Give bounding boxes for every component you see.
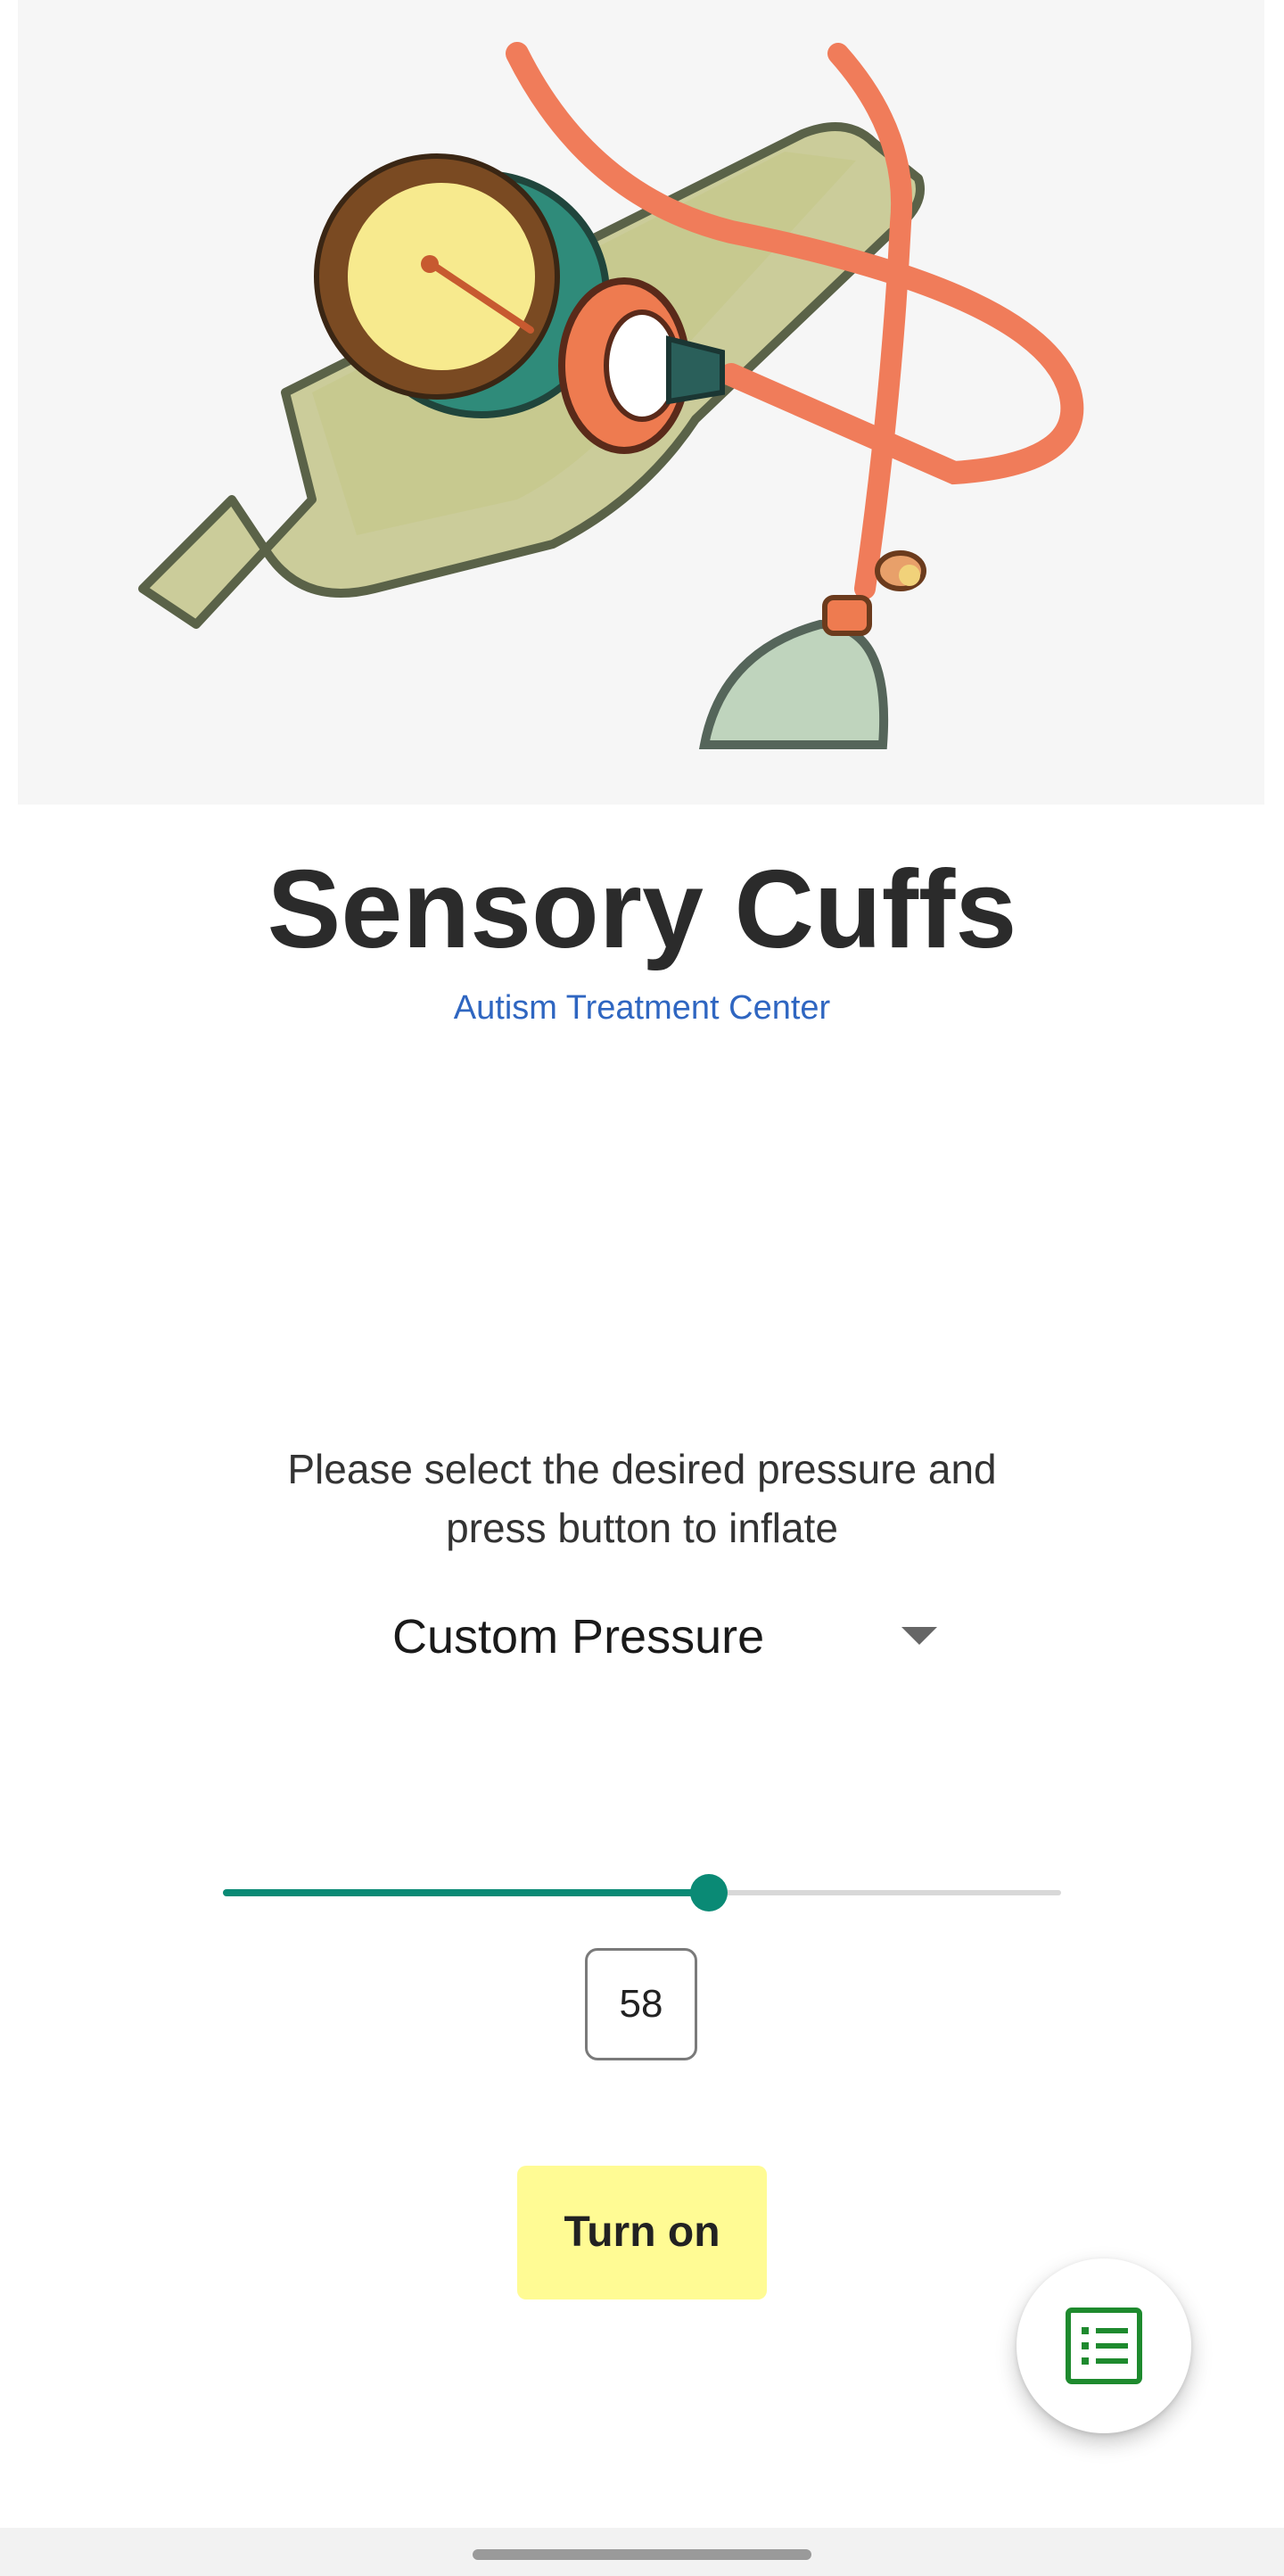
slider-thumb[interactable] [690,1874,728,1911]
app-title: Sensory Cuffs [267,848,1017,971]
home-gesture-handle[interactable] [473,2549,811,2560]
app-subtitle: Autism Treatment Center [453,989,831,1027]
pressure-dropdown-value: Custom Pressure [392,1610,765,1664]
blood-pressure-cuff-illustration [138,42,1084,749]
list-icon [1066,2308,1142,2384]
hero-image [18,0,1264,805]
pressure-value-display: 58 [585,1948,697,2060]
system-navigation-bar [0,2528,1284,2576]
instruction-line-2: press button to inflate [446,1505,838,1551]
list-fab-button[interactable] [1017,2258,1191,2433]
turn-on-button[interactable]: Turn on [517,2166,767,2299]
triangle-down-icon [901,1627,937,1645]
pressure-dropdown[interactable]: Custom Pressure [357,1597,945,1677]
slider-fill [223,1889,709,1896]
instruction-text: Please select the desired pressure and p… [0,1440,1284,1557]
app-screen: Sensory Cuffs Autism Treatment Center Pl… [0,0,1284,2576]
pressure-slider[interactable] [223,1866,1061,1920]
instruction-line-1: Please select the desired pressure and [287,1446,997,1492]
